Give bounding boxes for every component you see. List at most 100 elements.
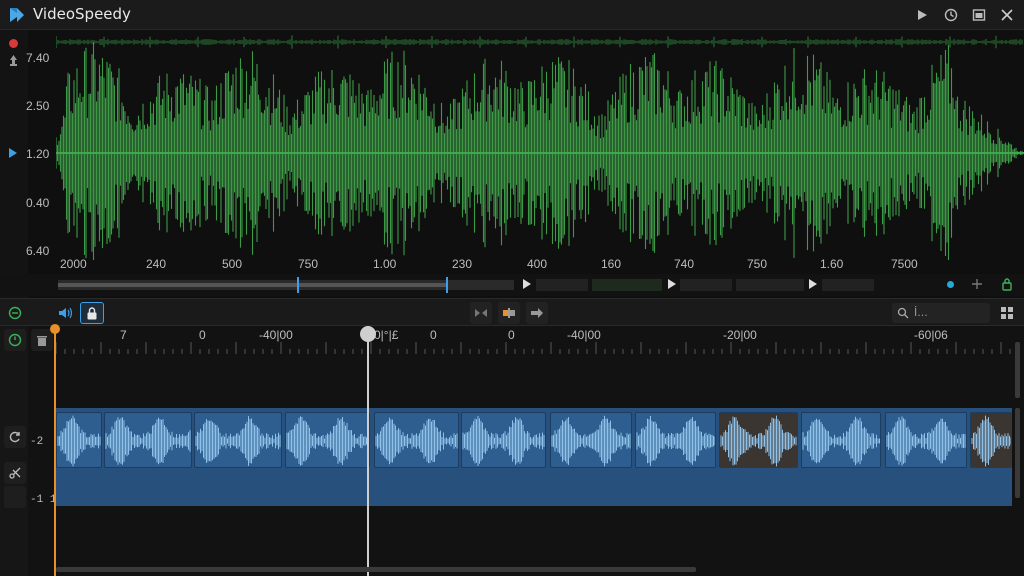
clip-waveform [551, 415, 631, 467]
vertical-scrollbar[interactable] [1015, 342, 1020, 398]
y-axis-label: 0.40 [26, 196, 50, 210]
lock-icon[interactable] [1000, 277, 1014, 291]
horizontal-scrollbar[interactable] [56, 567, 696, 572]
segment-slot[interactable] [536, 279, 588, 291]
x-axis-label: 2000 [60, 257, 87, 271]
ruler-label: 7 [120, 328, 127, 342]
cut-button[interactable] [4, 462, 26, 484]
sync-icon [9, 431, 20, 443]
waveform-top-lane [56, 35, 1023, 49]
audio-clip[interactable] [285, 412, 370, 468]
x-axis-label: 750 [747, 257, 768, 271]
audio-clip[interactable] [104, 412, 192, 468]
y-axis-label: 7.40 [26, 51, 50, 65]
record-icon[interactable] [9, 39, 18, 48]
trim-button[interactable] [470, 302, 492, 324]
close-button[interactable] [995, 3, 1019, 27]
app-title: VideoSpeedy [33, 5, 131, 23]
scrub-start-handle[interactable] [297, 277, 299, 293]
window-button[interactable] [967, 3, 991, 27]
split-icon [503, 308, 515, 318]
audio-clip[interactable] [374, 412, 459, 468]
segment-slot[interactable] [736, 279, 804, 291]
waveform-main [56, 42, 1024, 260]
x-axis-label: 240 [146, 257, 167, 271]
clip-waveform [57, 415, 101, 467]
audio-clip[interactable] [56, 412, 102, 468]
segment-slot[interactable] [822, 279, 874, 291]
grid-button[interactable] [996, 302, 1018, 324]
segment-slot[interactable] [680, 279, 732, 291]
audio-waveform[interactable] [56, 30, 1024, 260]
lock-track-button[interactable] [80, 302, 104, 324]
x-axis-label: 500 [222, 257, 243, 271]
clip-waveform [195, 416, 281, 466]
ruler-label: -60|06 [914, 328, 948, 342]
x-axis-label: 750 [298, 257, 319, 271]
audio-clip[interactable] [885, 412, 967, 468]
audio-clip[interactable] [461, 412, 546, 468]
volume-button[interactable] [54, 302, 76, 324]
split-button[interactable] [498, 302, 520, 324]
waveform-panel[interactable]: 7.40 2.50 1.20 0.40 6.40 2000 240 500 75… [0, 30, 1024, 298]
ruler-label: -40|00 [259, 328, 293, 342]
history-button[interactable] [939, 3, 963, 27]
playhead[interactable] [367, 326, 369, 576]
ruler-label: -40|00 [567, 328, 601, 342]
track-option-button[interactable] [4, 486, 26, 508]
play-icon[interactable] [809, 279, 817, 289]
scrub-end-handle[interactable] [446, 277, 448, 293]
audio-clip[interactable] [801, 412, 881, 468]
x-axis-label: 400 [527, 257, 548, 271]
waveform-sidebar [0, 30, 28, 298]
scrub-progress [58, 283, 446, 287]
playhead-marker-icon[interactable] [9, 148, 17, 158]
settings-icon[interactable] [970, 277, 984, 291]
audio-clip[interactable] [635, 412, 716, 468]
clock-button[interactable] [4, 329, 26, 351]
clip-waveform [462, 416, 545, 466]
trash-icon [37, 335, 47, 346]
logo-icon [10, 8, 24, 22]
sync-button[interactable] [4, 426, 26, 448]
x-axis-label: 1.60 [820, 257, 844, 271]
audio-clip[interactable] [719, 412, 798, 468]
playhead-handle[interactable] [360, 326, 376, 342]
lock-icon [87, 306, 97, 319]
ruler-label: 0 [430, 328, 437, 342]
audio-clip[interactable] [550, 412, 632, 468]
collapse-icon [8, 306, 22, 320]
audio-clip[interactable] [194, 412, 282, 468]
grid-icon [1001, 307, 1013, 319]
x-axis-label: 1.00 [373, 257, 397, 271]
clip-waveform [802, 416, 880, 466]
status-dot [947, 281, 954, 288]
in-point-line[interactable] [54, 326, 56, 576]
track-label: -2 [30, 436, 44, 448]
pin-icon[interactable] [7, 54, 20, 67]
ruler-tick-marks [55, 342, 1011, 354]
time-ruler[interactable]: 7 0 -40|00 0|°|£ 0 0 -40|00 -20|00 -60|0… [55, 326, 1012, 354]
x-axis-label: 7500 [891, 257, 918, 271]
timeline-panel[interactable]: 7 0 -40|00 0|°|£ 0 0 -40|00 -20|00 -60|0… [0, 324, 1024, 576]
play-button[interactable] [910, 3, 934, 27]
play-icon[interactable] [523, 279, 531, 289]
trash-button[interactable] [31, 329, 53, 351]
in-point-handle[interactable] [50, 324, 60, 334]
clip-waveform [971, 415, 1011, 467]
clip-waveform [286, 416, 369, 466]
clip-waveform [636, 416, 715, 466]
close-icon [1001, 9, 1013, 21]
play-icon[interactable] [668, 279, 676, 289]
audio-track[interactable] [56, 408, 1012, 506]
scrub-bar [0, 274, 1024, 296]
cut-icon [9, 467, 21, 479]
timeline-toolbar: İ... [0, 298, 1024, 326]
collapse-button[interactable] [4, 302, 26, 324]
vertical-scrollbar[interactable] [1015, 408, 1020, 498]
segment-slot[interactable] [592, 279, 662, 291]
audio-clip[interactable] [970, 412, 1012, 468]
trim-icon [475, 309, 487, 317]
track-label: -1 1 [30, 494, 57, 506]
move-button[interactable] [526, 302, 548, 324]
